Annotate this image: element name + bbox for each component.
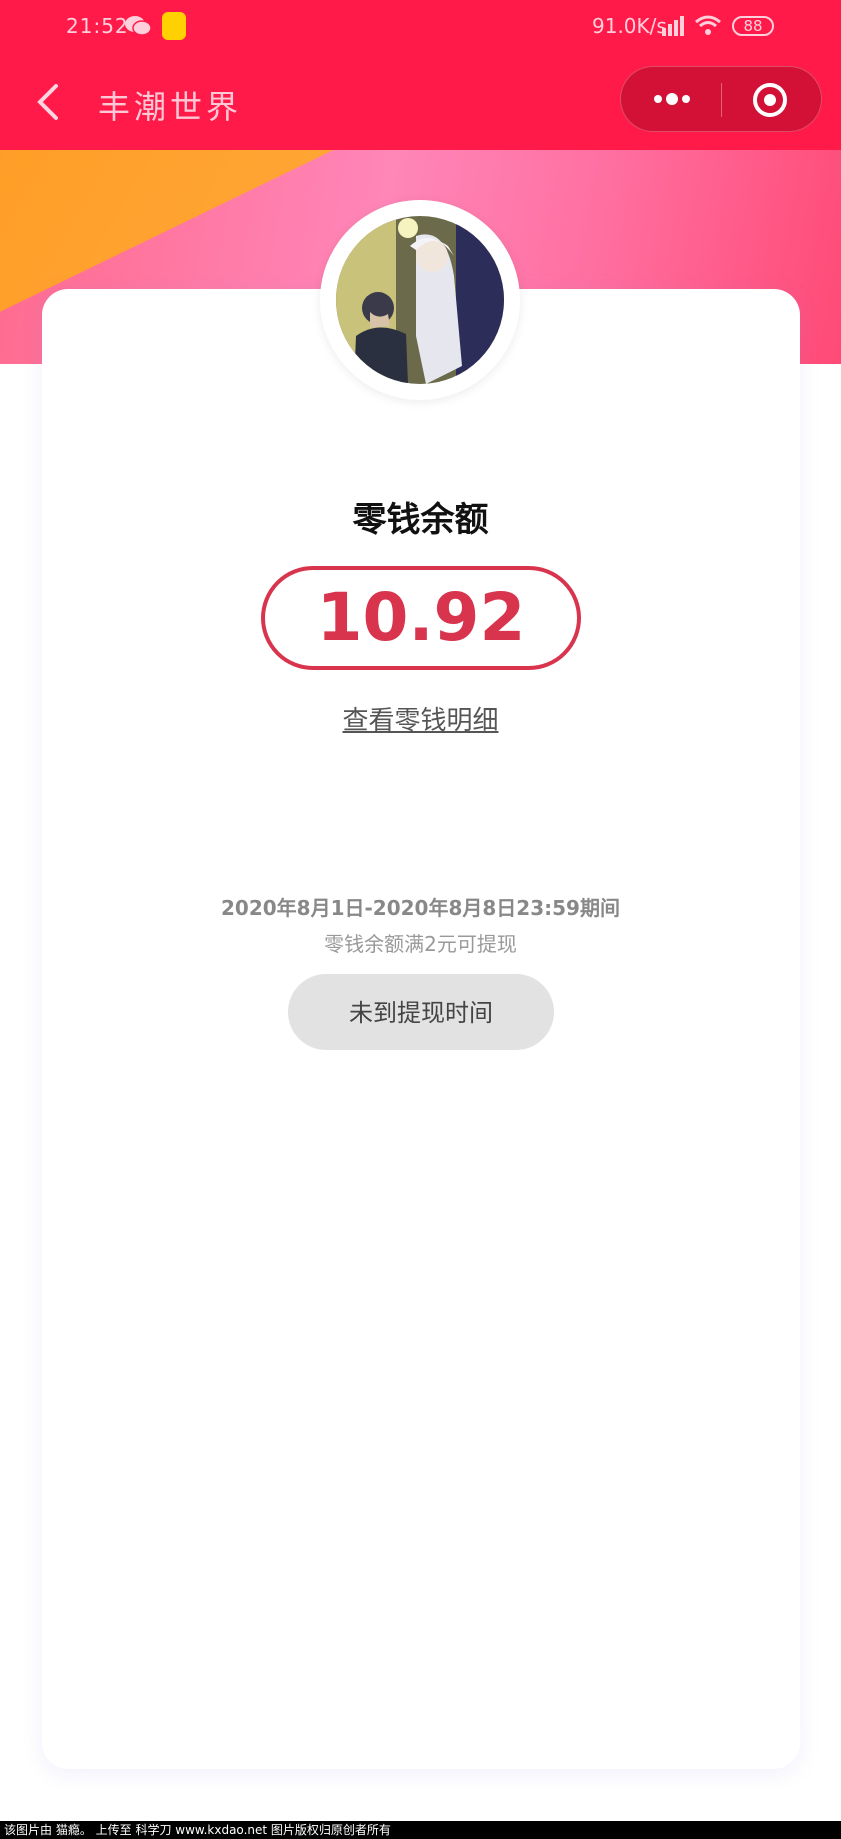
- signal-icon: [662, 16, 684, 36]
- app-notification-icon: [162, 12, 186, 40]
- watermark: 该图片由 猫瘾。 上传至 科学刀 www.kxdao.net 图片版权归原创者所…: [0, 1821, 841, 1839]
- withdraw-condition: 零钱余额满2元可提现: [324, 932, 517, 956]
- balance-amount: 10.92: [261, 566, 581, 670]
- view-detail-link[interactable]: 查看零钱明细: [0, 700, 841, 737]
- status-time: 21:52: [66, 14, 129, 38]
- battery-icon: 88: [732, 16, 774, 36]
- withdraw-period: 2020年8月1日-2020年8月8日23:59期间: [221, 896, 620, 920]
- avatar: [320, 200, 520, 400]
- wifi-icon: [695, 15, 721, 35]
- avatar-image: [336, 216, 504, 384]
- close-miniprogram-icon[interactable]: [751, 81, 789, 119]
- capsule-divider: [721, 83, 722, 117]
- balance-title: 零钱余额: [352, 500, 489, 540]
- more-icon[interactable]: [649, 87, 695, 111]
- nav-bar: 丰潮世界: [0, 54, 841, 150]
- wechat-icon: [125, 16, 152, 36]
- page-title: 丰潮世界: [98, 88, 243, 126]
- miniprogram-capsule: [620, 66, 822, 132]
- network-speed: 91.0K/s: [592, 14, 667, 38]
- withdraw-button[interactable]: 未到提现时间: [288, 974, 554, 1050]
- back-icon[interactable]: [34, 82, 60, 122]
- status-bar: 21:52 91.0K/s 88: [0, 0, 841, 54]
